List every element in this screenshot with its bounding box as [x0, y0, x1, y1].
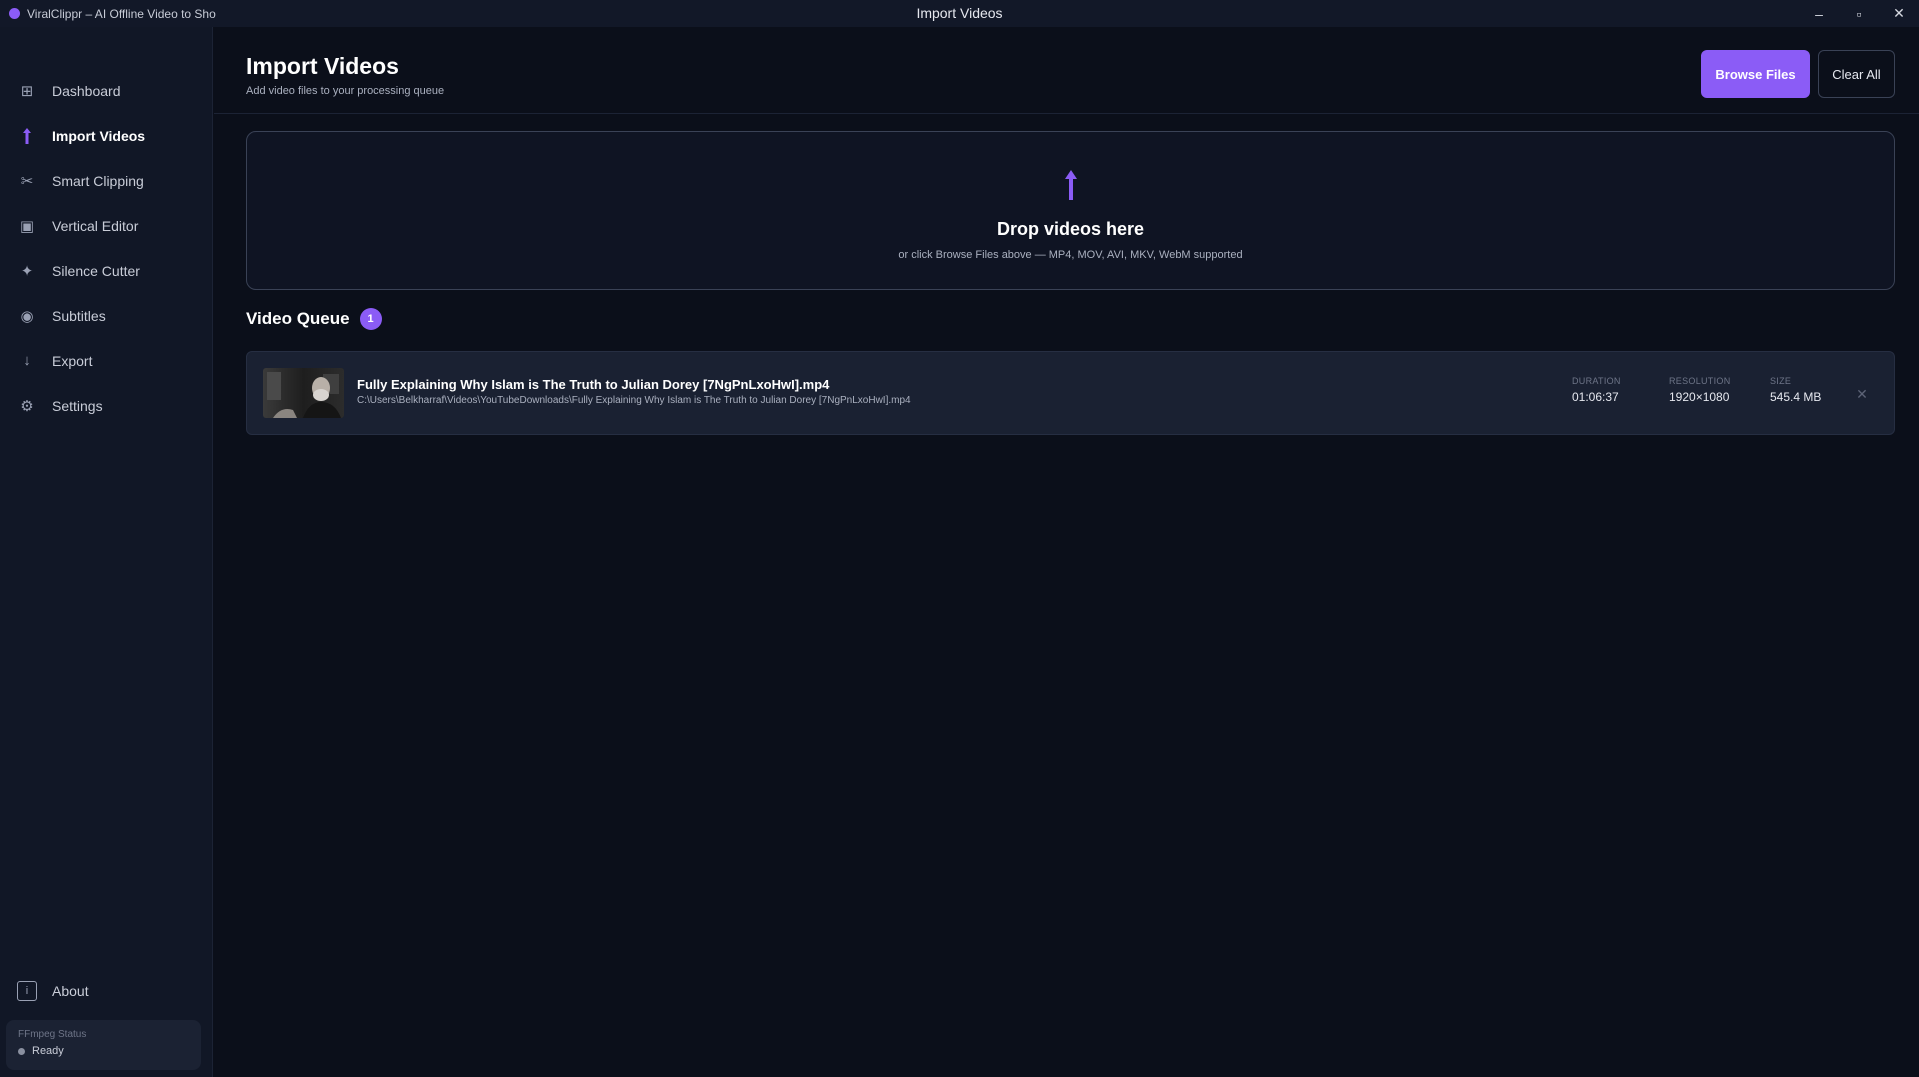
- drop-zone[interactable]: Drop videos here or click Browse Files a…: [246, 131, 1895, 290]
- page-header: Import Videos Add video files to your pr…: [214, 27, 1919, 114]
- queue-item[interactable]: Fully Explaining Why Islam is The Truth …: [246, 351, 1895, 435]
- sidebar-item-vertical-editor[interactable]: ▣ Vertical Editor: [0, 203, 213, 248]
- video-file-name: Fully Explaining Why Islam is The Truth …: [357, 377, 830, 392]
- ffmpeg-status-text: Ready: [32, 1045, 64, 1057]
- size-stat: SIZE 545.4 MB: [1770, 376, 1821, 404]
- upload-arrow-icon: [1064, 170, 1078, 200]
- window-controls: – ▫ ✕: [1799, 0, 1919, 27]
- sidebar-item-dashboard[interactable]: ⊞ Dashboard: [0, 68, 213, 113]
- clear-all-button[interactable]: Clear All: [1818, 50, 1895, 98]
- info-icon: i: [17, 981, 37, 1001]
- page-title: Import Videos: [246, 53, 399, 79]
- maximize-button[interactable]: ▫: [1839, 0, 1879, 27]
- duration-value: 01:06:37: [1572, 390, 1619, 404]
- sidebar: ⊞ Dashboard Import Videos ✂ Smart Clippi…: [0, 27, 213, 1077]
- resolution-value: 1920×1080: [1669, 390, 1730, 404]
- record-icon: ◉: [20, 307, 34, 325]
- sparkle-icon: ✦: [20, 262, 34, 280]
- remove-item-button[interactable]: ✕: [1852, 384, 1872, 404]
- browse-files-button[interactable]: Browse Files: [1701, 50, 1810, 98]
- status-dot-icon: [18, 1047, 25, 1055]
- sidebar-item-label: Subtitles: [52, 307, 106, 324]
- page-subtitle: Add video files to your processing queue: [246, 85, 445, 97]
- ffmpeg-status-row: Ready: [18, 1045, 189, 1057]
- sidebar-item-silence-cutter[interactable]: ✦ Silence Cutter: [0, 248, 213, 293]
- sidebar-item-label: Dashboard: [52, 82, 121, 99]
- sidebar-item-subtitles[interactable]: ◉ Subtitles: [0, 293, 213, 338]
- sidebar-item-import-videos[interactable]: Import Videos: [0, 113, 213, 158]
- sidebar-item-label: Silence Cutter: [52, 262, 140, 279]
- sidebar-item-label: Import Videos: [52, 127, 146, 144]
- upload-icon: [17, 126, 37, 146]
- duration-stat: DURATION 01:06:37: [1572, 376, 1621, 404]
- app-window: ViralClippr – AI Offline Video to Sho Im…: [0, 0, 1919, 1077]
- sidebar-item-label: Export: [52, 352, 93, 369]
- drop-zone-title: Drop videos here: [996, 219, 1145, 239]
- title-bar: ViralClippr – AI Offline Video to Sho Im…: [0, 0, 1919, 27]
- duration-label: DURATION: [1572, 376, 1621, 386]
- sidebar-item-export[interactable]: ↓ Export: [0, 338, 213, 383]
- drop-zone-subtitle: or click Browse Files above — MP4, MOV, …: [898, 249, 1243, 261]
- size-value: 545.4 MB: [1770, 390, 1822, 404]
- sidebar-nav: ⊞ Dashboard Import Videos ✂ Smart Clippi…: [0, 68, 213, 428]
- sidebar-item-smart-clipping[interactable]: ✂ Smart Clipping: [0, 158, 213, 203]
- app-name: ViralClippr – AI Offline Video to Sho: [27, 6, 216, 21]
- ffmpeg-status-card: FFmpeg Status Ready: [6, 1020, 201, 1070]
- main-content: Import Videos Add video files to your pr…: [214, 27, 1919, 1077]
- download-icon: ↓: [23, 352, 31, 369]
- minimize-button[interactable]: –: [1799, 0, 1839, 27]
- window-title: Import Videos: [916, 5, 1003, 21]
- close-icon: ✕: [1856, 385, 1868, 402]
- resolution-stat: RESOLUTION 1920×1080: [1669, 376, 1731, 404]
- ffmpeg-status-title: FFmpeg Status: [18, 1029, 87, 1040]
- queue-title: Video Queue: [246, 309, 350, 328]
- sidebar-item-settings[interactable]: ⚙ Settings: [0, 383, 213, 428]
- sidebar-item-about[interactable]: i About: [0, 973, 213, 1009]
- video-file-path: C:\Users\Belkharraf\Videos\YouTubeDownlo…: [357, 395, 911, 406]
- sidebar-item-label: Settings: [52, 397, 103, 414]
- gear-icon: ⚙: [20, 397, 34, 415]
- scissors-icon: ✂: [20, 172, 34, 190]
- resolution-label: RESOLUTION: [1669, 376, 1731, 386]
- sidebar-item-label: Smart Clipping: [52, 172, 144, 189]
- queue-count-badge: 1: [359, 308, 382, 330]
- sidebar-item-label: Vertical Editor: [52, 217, 139, 234]
- app-logo-icon: [9, 8, 20, 19]
- close-window-button[interactable]: ✕: [1879, 0, 1919, 27]
- sidebar-item-label: About: [52, 983, 89, 999]
- queue-heading: Video Queue 1: [246, 308, 382, 330]
- grid-icon: ⊞: [20, 82, 34, 100]
- size-label: SIZE: [1770, 376, 1792, 386]
- frame-icon: ▣: [19, 217, 35, 235]
- video-thumbnail: [263, 368, 344, 418]
